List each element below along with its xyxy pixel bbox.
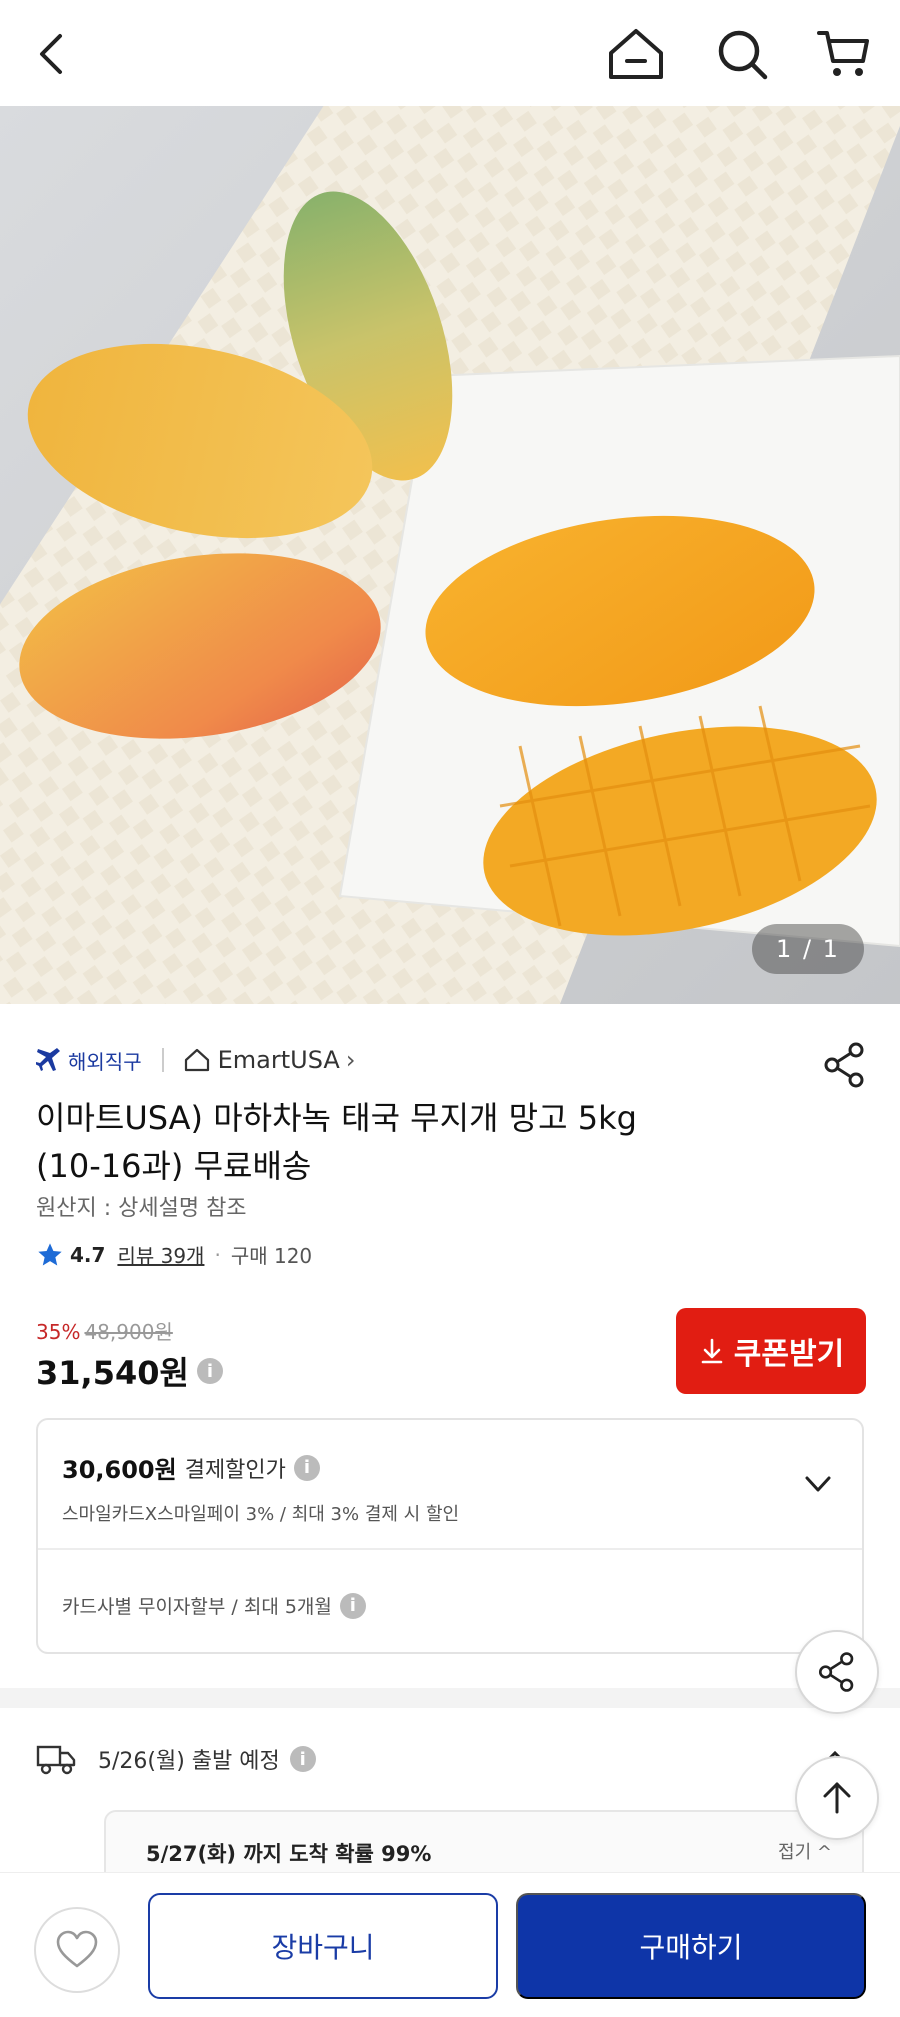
cart-icon[interactable]: [812, 22, 876, 86]
home-icon[interactable]: [604, 22, 668, 86]
chevron-down-icon[interactable]: [798, 1464, 838, 1504]
heart-icon: [56, 1930, 98, 1968]
download-icon: [701, 1338, 723, 1364]
reviews-link[interactable]: 리뷰 39개: [117, 1240, 204, 1269]
discount-row: 35% 48,900원: [36, 1316, 173, 1345]
overseas-label: 해외직구: [68, 1049, 142, 1074]
origin-text: 원산지 : 상세설명 참조: [36, 1196, 247, 1221]
shipping-row: 5/26(월) 출발 예정 i: [36, 1742, 316, 1776]
arrival-text: 5/27(화) 까지 도착 확률 99%: [146, 1842, 432, 1866]
top-bar: [0, 0, 900, 106]
rating-score: 4.7: [70, 1242, 106, 1267]
wishlist-button[interactable]: [34, 1907, 120, 1993]
floating-share-button[interactable]: [795, 1630, 879, 1714]
share-icon[interactable]: [820, 1040, 870, 1090]
arrow-up-icon: [823, 1782, 851, 1814]
add-to-cart-button[interactable]: 장바구니: [148, 1893, 498, 1999]
departure-text: 5/26(월) 출발 예정: [98, 1749, 280, 1774]
payment-discount-detail: 스마일카드X스마일페이 3% / 최대 3% 결제 시 할인: [62, 1504, 460, 1525]
fold-label: 접기: [778, 1842, 812, 1863]
divider: [161, 1048, 164, 1072]
payment-box: 30,600원 결제할인가 i 스마일카드X스마일페이 3% / 최대 3% 결…: [36, 1418, 864, 1654]
payment-discount-label: 결제할인가: [184, 1457, 286, 1483]
product-image[interactable]: 1 / 1: [0, 106, 900, 1004]
seller-row: 해외직구 EmartUSA ›: [36, 1040, 355, 1080]
section-divider: [0, 1688, 900, 1708]
info-icon[interactable]: i: [289, 1746, 316, 1772]
buy-now-button[interactable]: 구매하기: [516, 1893, 866, 1999]
coupon-label: 쿠폰받기: [733, 1338, 845, 1371]
store-link[interactable]: EmartUSA ›: [184, 1046, 356, 1074]
airplane-icon: [36, 1048, 60, 1071]
purchase-count: 구매 120: [230, 1244, 313, 1268]
installment-row: 카드사별 무이자할부 / 최대 5개월 i: [62, 1592, 366, 1619]
payment-price-row: 30,600원 결제할인가 i: [62, 1450, 320, 1485]
overseas-badge: 해외직구: [36, 1046, 142, 1075]
payment-discount[interactable]: 30,600원 결제할인가 i 스마일카드X스마일페이 3% / 최대 3% 결…: [38, 1420, 862, 1550]
product-title-line2: (10-16과) 무료배송: [36, 1147, 312, 1185]
original-price: 48,900원: [84, 1320, 173, 1344]
chevron-up-small-icon: ^: [816, 1842, 832, 1863]
search-icon[interactable]: [710, 22, 774, 86]
chevron-right-icon: ›: [345, 1046, 356, 1074]
star-icon: [38, 1242, 62, 1265]
back-arrow-icon[interactable]: [20, 22, 84, 86]
rating-row: 4.7 리뷰 39개 · 구매 120: [36, 1240, 312, 1269]
info-icon[interactable]: i: [339, 1592, 366, 1619]
share-icon: [818, 1652, 854, 1692]
discount-percent: 35%: [36, 1320, 81, 1344]
fold-toggle[interactable]: 접기 ^: [778, 1838, 832, 1864]
coupon-button[interactable]: 쿠폰받기: [676, 1308, 866, 1394]
truck-icon: [36, 1745, 76, 1775]
store-name: EmartUSA: [217, 1046, 340, 1074]
info-icon[interactable]: i: [293, 1454, 320, 1481]
separator-dot: ·: [214, 1242, 221, 1267]
installment-text: 카드사별 무이자할부 / 최대 5개월: [62, 1596, 332, 1618]
payment-discount-price: 30,600원: [62, 1456, 177, 1484]
price-row: 31,540원 i: [36, 1348, 223, 1394]
sale-price: 31,540원: [36, 1354, 189, 1392]
info-icon[interactable]: i: [196, 1358, 223, 1384]
scroll-top-button[interactable]: [795, 1756, 879, 1840]
image-pager: 1 / 1: [752, 924, 864, 974]
bottom-action-bar: 장바구니 구매하기: [0, 1872, 900, 2017]
store-home-icon: [184, 1048, 209, 1072]
product-title: 이마트USA) 마하차녹 태국 무지개 망고 5kg (10-16과) 무료배송: [36, 1094, 796, 1190]
product-title-line1: 이마트USA) 마하차녹 태국 무지개 망고 5kg: [36, 1099, 637, 1137]
